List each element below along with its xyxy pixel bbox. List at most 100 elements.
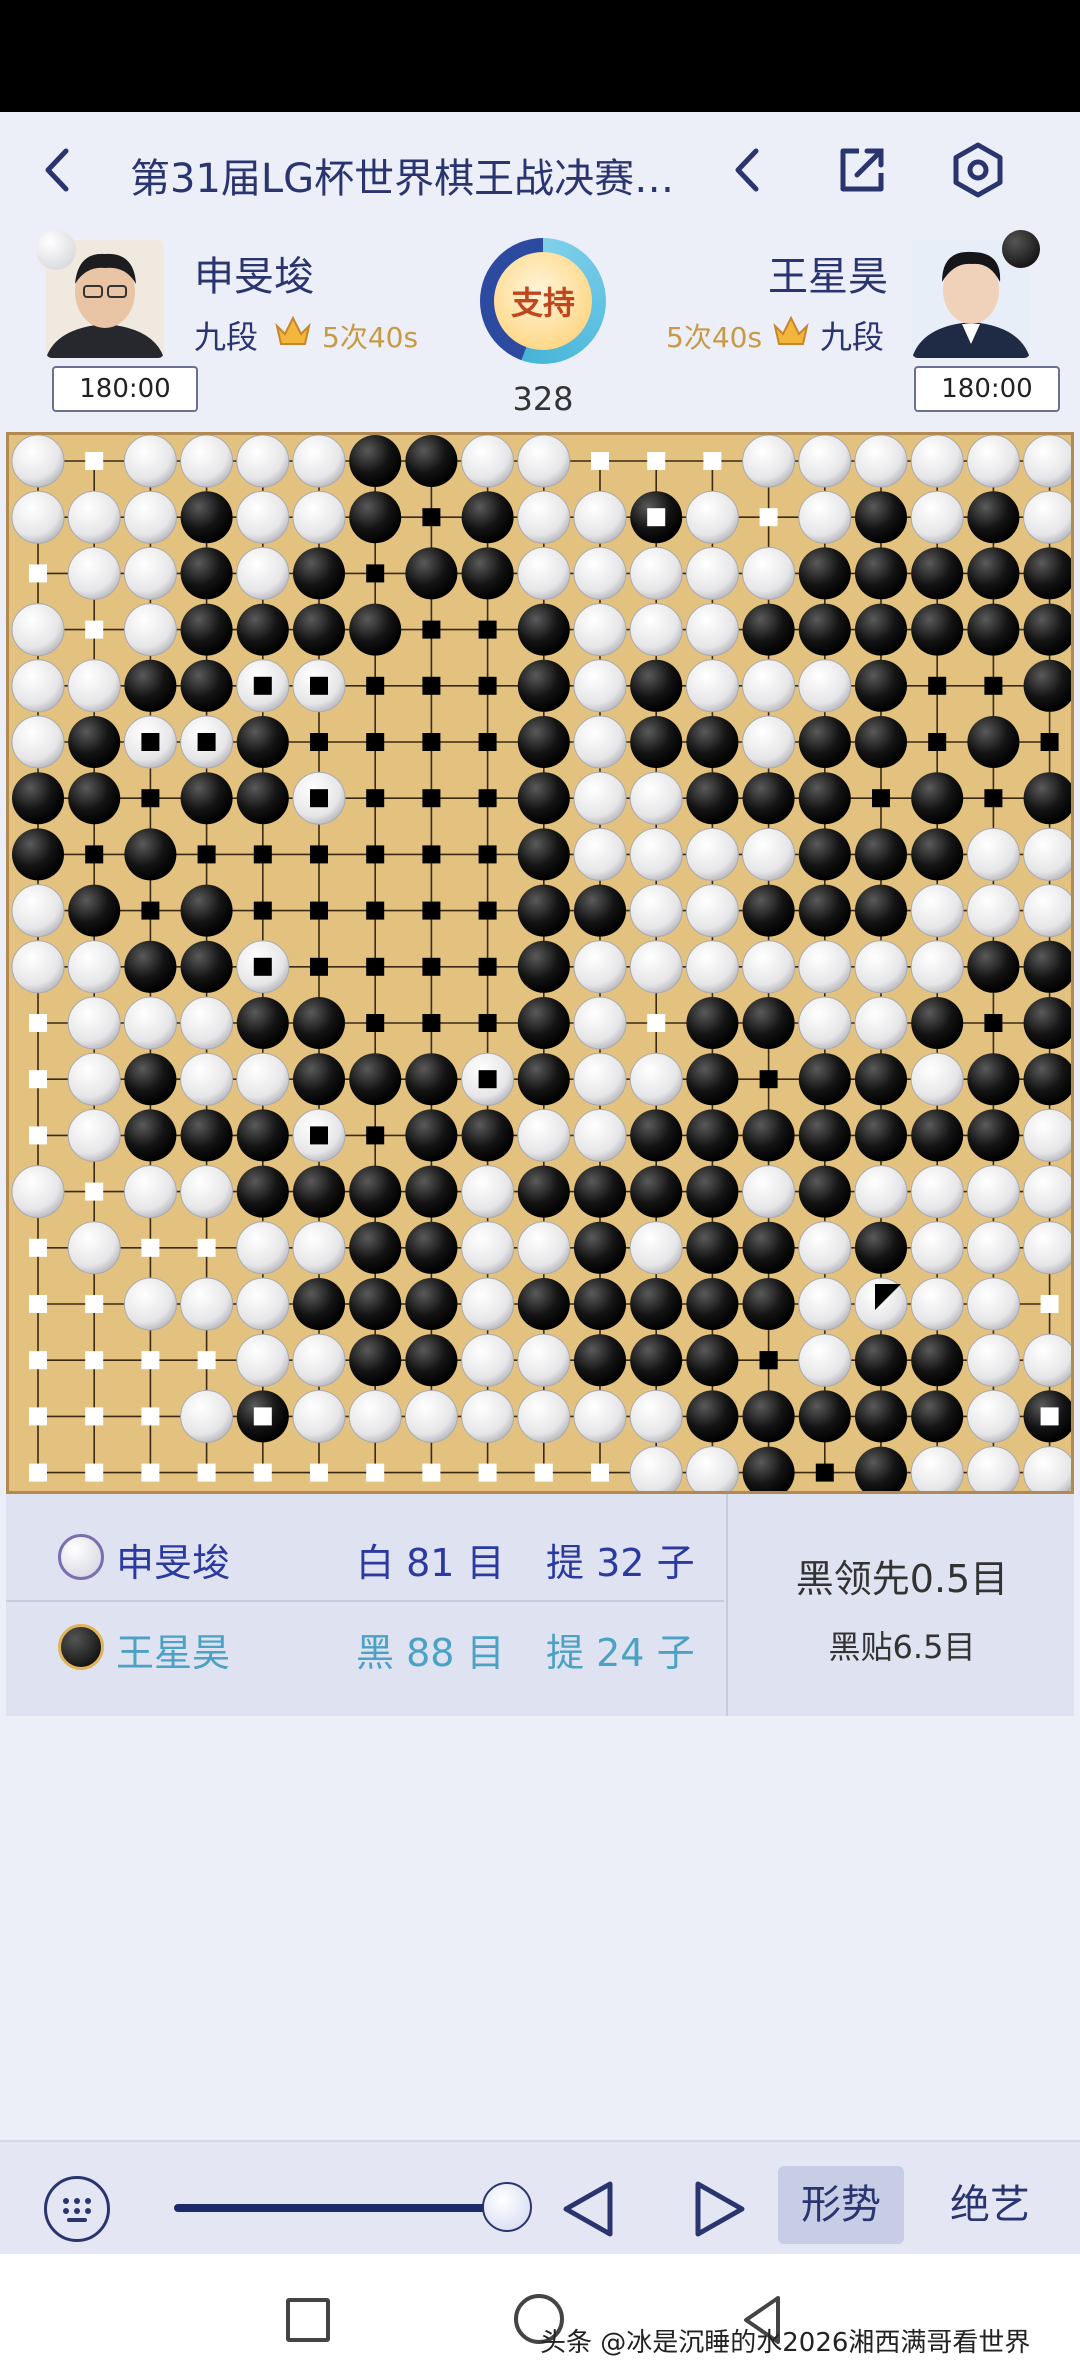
black-stone <box>12 772 64 825</box>
black-player-rank: 九段 <box>820 318 885 356</box>
black-territory-mark <box>310 733 328 751</box>
black-territory-mark <box>478 789 497 808</box>
black-stone <box>686 1221 739 1274</box>
previous-game-button[interactable] <box>708 130 788 210</box>
white-territory-mark <box>29 1014 47 1032</box>
previous-move-button[interactable] <box>556 2178 620 2240</box>
white-stone <box>11 490 65 544</box>
white-stone <box>236 1052 290 1106</box>
black-territory-mark <box>478 733 497 751</box>
black-stone <box>68 884 121 937</box>
support-button[interactable]: 支持 <box>480 238 606 364</box>
board-canvas[interactable] <box>9 435 1071 1491</box>
black-territory-mark <box>366 957 385 976</box>
black-stone <box>630 1165 683 1218</box>
black-stone <box>349 1221 402 1274</box>
black-stone <box>855 659 907 712</box>
white-stone <box>11 940 65 994</box>
white-stone <box>1023 1333 1071 1387</box>
white-stone <box>854 1165 908 1219</box>
white-stone <box>910 940 964 994</box>
keyboard-button[interactable] <box>44 2176 110 2242</box>
move-slider-track[interactable] <box>174 2204 510 2212</box>
divider <box>726 1494 728 1716</box>
watermark-text: 头条 @冰是沉睡的水2026湘西满哥看世界 <box>540 2328 1031 2358</box>
black-stone <box>405 1278 458 1330</box>
black-stone <box>68 716 121 768</box>
white-stone <box>180 1277 234 1331</box>
territory-points: 81 <box>406 1541 455 1585</box>
black-stone <box>630 659 683 712</box>
black-stone <box>686 1109 739 1162</box>
white-stone <box>292 1389 346 1443</box>
white-territory-mark <box>29 1351 47 1370</box>
black-stone <box>180 772 233 825</box>
white-territory-mark <box>29 1463 47 1482</box>
black-stone <box>630 1109 683 1162</box>
captures-unit: 子 <box>656 1541 695 1585</box>
white-territory-mark <box>29 1407 47 1426</box>
black-stone <box>855 1109 907 1162</box>
black-territory-mark <box>310 901 328 920</box>
white-stone <box>629 1221 683 1275</box>
black-territory-mark <box>366 1014 385 1032</box>
white-stone <box>236 1221 290 1275</box>
black-stone <box>461 1109 514 1162</box>
white-stone <box>180 1052 234 1106</box>
recents-button[interactable] <box>286 2298 330 2342</box>
white-territory-mark <box>422 1463 441 1482</box>
points-unit: 目 <box>466 1541 505 1585</box>
points-unit: 目 <box>466 1631 505 1675</box>
settings-button[interactable] <box>938 130 1018 210</box>
white-stone <box>629 771 683 825</box>
ai-analysis-button[interactable]: 绝艺 <box>930 2166 1050 2244</box>
white-stone <box>123 546 177 600</box>
black-stone <box>1023 547 1071 600</box>
captures-count: 32 <box>596 1541 645 1585</box>
white-stone <box>798 1333 852 1387</box>
white-territory-mark <box>197 1238 216 1257</box>
white-stone <box>292 1221 346 1275</box>
share-button[interactable] <box>822 130 902 210</box>
black-stone <box>405 1053 458 1106</box>
black-stone <box>855 884 907 937</box>
black-stone <box>180 659 233 712</box>
black-stone <box>236 1109 289 1162</box>
move-slider-thumb[interactable] <box>482 2182 532 2232</box>
white-stone <box>180 996 234 1050</box>
black-stone <box>236 603 289 656</box>
black-stone-icon <box>58 1624 104 1670</box>
white-stone <box>123 603 177 657</box>
white-territory-mark <box>29 564 47 583</box>
white-stone <box>629 940 683 994</box>
white-stone <box>11 603 65 657</box>
black-stone <box>405 1109 458 1162</box>
black-stone <box>855 491 907 544</box>
white-stone <box>798 940 852 994</box>
black-stone <box>574 1334 626 1387</box>
situation-button[interactable]: 形势 <box>778 2166 904 2244</box>
black-stone <box>742 997 795 1049</box>
black-stone <box>855 1221 907 1274</box>
white-stone <box>910 1277 964 1331</box>
next-move-button[interactable] <box>688 2178 752 2240</box>
black-stone <box>686 772 739 825</box>
black-stone <box>911 772 964 825</box>
white-player-name: 申旻埈 <box>194 254 314 300</box>
white-stone <box>67 1108 121 1162</box>
page-title: 第31届LG杯世界棋王战决赛… <box>130 156 675 202</box>
back-button[interactable] <box>18 130 98 210</box>
white-stone <box>629 546 683 600</box>
black-stone <box>517 997 570 1049</box>
white-stone <box>292 1333 346 1387</box>
dead-stone-mark <box>253 1407 272 1426</box>
white-stone <box>742 546 796 600</box>
black-territory-mark <box>422 1014 441 1032</box>
white-stone <box>1023 827 1071 881</box>
black-territory-mark <box>141 901 160 920</box>
white-stone <box>292 490 346 544</box>
go-board[interactable] <box>6 432 1074 1494</box>
black-stone <box>855 1390 907 1443</box>
black-territory-mark <box>422 508 441 527</box>
black-stone <box>293 1053 345 1106</box>
